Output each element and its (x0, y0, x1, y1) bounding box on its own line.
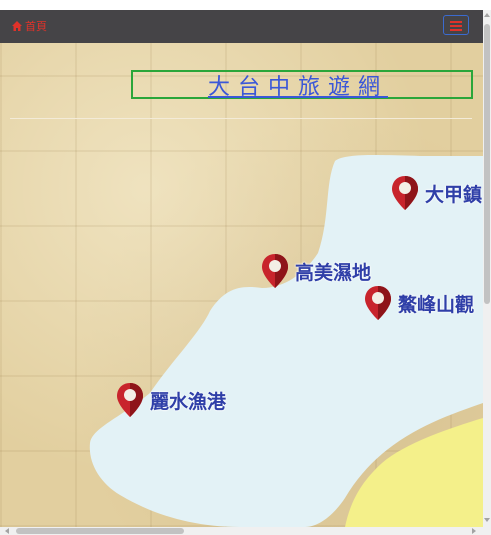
hamburger-menu-icon-bar (450, 29, 462, 31)
page-content: 大台中旅遊網 大甲鎮 高美濕地 鰲峰山觀 麗水漁港 (0, 43, 483, 527)
home-link[interactable]: 首頁 (11, 19, 47, 33)
map-pin-icon (117, 383, 143, 417)
map-marker-gaomei-wetland[interactable]: 高美濕地 (261, 253, 371, 289)
map-marker-dajia[interactable]: 大甲鎮 (391, 175, 482, 211)
map-pin-icon (262, 254, 288, 288)
map-marker-lishui-fishing-port[interactable]: 麗水漁港 (116, 382, 226, 418)
top-navbar: 首頁 (0, 10, 483, 43)
horizontal-scrollbar-thumb[interactable] (16, 528, 184, 534)
map-marker-label: 大甲鎮 (425, 183, 483, 206)
home-icon (12, 21, 22, 31)
scroll-up-arrow-icon[interactable] (484, 13, 490, 17)
scroll-left-arrow-icon[interactable] (5, 528, 9, 534)
site-title-box: 大台中旅遊網 (131, 69, 473, 101)
horizontal-scrollbar[interactable] (0, 527, 491, 535)
home-label: 首頁 (25, 20, 47, 33)
map-marker-label: 高美濕地 (295, 261, 372, 284)
scroll-right-arrow-icon[interactable] (472, 528, 476, 534)
hamburger-menu-icon (450, 21, 462, 23)
hamburger-menu-icon-bar (450, 25, 462, 27)
map-marker-aofeng-mountain[interactable]: 鰲峰山觀 (364, 285, 474, 321)
header-divider (10, 118, 472, 119)
map-marker-label: 鰲峰山觀 (398, 293, 475, 316)
vertical-scrollbar[interactable] (483, 10, 491, 527)
site-title-link[interactable]: 大台中旅遊網 (208, 69, 396, 101)
hamburger-menu-button[interactable] (443, 15, 469, 35)
map-marker-label: 麗水漁港 (150, 390, 227, 413)
map-pin-icon (392, 176, 418, 210)
scroll-down-arrow-icon[interactable] (484, 518, 490, 522)
vertical-scrollbar-thumb[interactable] (484, 24, 490, 304)
map-pin-icon (365, 286, 391, 320)
